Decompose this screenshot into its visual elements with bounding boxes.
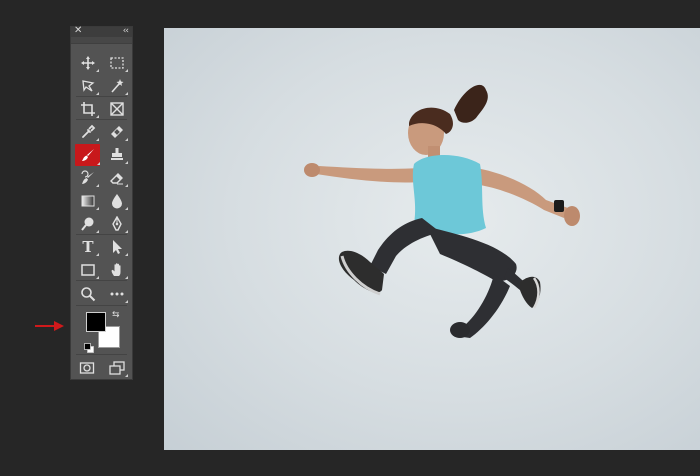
tools-panel-header: ✕ ‹‹ [71, 24, 132, 38]
separator [76, 234, 127, 235]
path-selection-tool-icon[interactable] [106, 236, 128, 257]
history-brush-tool-icon[interactable] [77, 167, 99, 188]
gradient-tool-icon[interactable] [77, 190, 99, 211]
default-colors-icon[interactable] [84, 338, 94, 353]
jumping-woman-photo [304, 84, 580, 338]
edit-toolbar-icon[interactable] [106, 283, 128, 304]
foreground-color-swatch[interactable] [86, 312, 106, 332]
separator [76, 280, 127, 281]
hand-tool-icon[interactable] [106, 259, 128, 280]
separator [76, 305, 127, 306]
marquee-tool-icon[interactable] [106, 52, 128, 73]
type-tool-glyph: T [82, 237, 94, 256]
red-arrow-icon [34, 318, 66, 337]
pen-tool-icon[interactable] [106, 213, 128, 234]
panel-grip[interactable] [71, 37, 132, 44]
move-tool-icon[interactable] [77, 52, 99, 73]
crop-tool-icon[interactable] [77, 98, 99, 119]
healing-brush-tool-icon[interactable] [106, 121, 128, 142]
screen-mode-icon[interactable] [106, 357, 128, 378]
eraser-tool-icon[interactable] [106, 167, 128, 188]
separator [76, 96, 127, 97]
clone-stamp-tool-icon[interactable] [106, 144, 128, 165]
zoom-tool-icon[interactable] [77, 283, 99, 304]
blur-tool-icon[interactable] [106, 190, 128, 211]
collapse-icon[interactable]: ‹‹ [123, 24, 129, 38]
swap-colors-icon[interactable]: ⇆ [112, 310, 120, 320]
lasso-tool-icon[interactable] [77, 75, 99, 96]
document-canvas[interactable] [164, 28, 700, 450]
rectangle-tool-icon[interactable] [77, 259, 99, 280]
eyedropper-tool-icon[interactable] [77, 121, 99, 142]
separator [76, 119, 127, 120]
close-icon[interactable]: ✕ [74, 24, 82, 38]
type-tool-icon[interactable]: T [77, 236, 99, 257]
quick-mask-icon[interactable] [76, 357, 98, 378]
frame-tool-icon[interactable] [106, 98, 128, 119]
dodge-tool-icon[interactable] [77, 213, 99, 234]
magic-wand-tool-icon[interactable] [106, 75, 128, 96]
brush-tool-icon[interactable] [75, 144, 100, 166]
separator [76, 354, 127, 355]
